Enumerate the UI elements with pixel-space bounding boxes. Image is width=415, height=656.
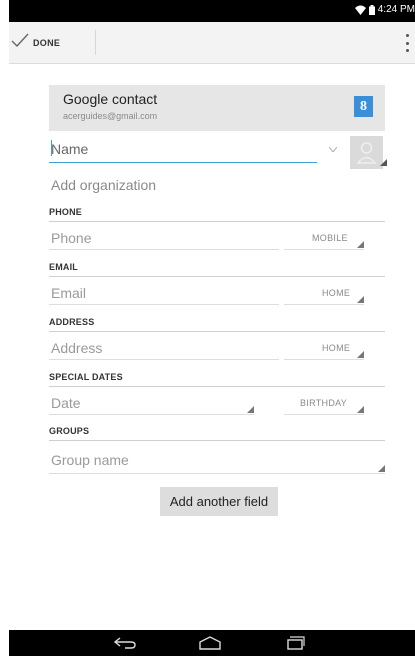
done-label: DONE (33, 37, 61, 48)
status-bar: 4:24 PM (9, 0, 415, 22)
group-name-select[interactable]: Group name (49, 449, 385, 474)
dropdown-corner-icon (357, 241, 364, 248)
date-type-select[interactable]: BIRTHDAY (284, 392, 364, 415)
phone-input[interactable] (49, 227, 279, 250)
phone-type-label: MOBILE (312, 233, 348, 243)
address-section-header: ADDRESS (49, 317, 385, 332)
battery-icon (368, 4, 375, 15)
address-type-label: HOME (322, 343, 351, 353)
google-plus-icon: 8 (354, 96, 373, 117)
group-name-placeholder: Group name (51, 452, 129, 468)
add-organization-link[interactable]: Add organization (51, 177, 156, 193)
dropdown-corner-icon (357, 406, 364, 413)
done-button[interactable]: DONE (9, 22, 97, 63)
dropdown-corner-icon (357, 296, 364, 303)
action-divider (95, 30, 96, 55)
dropdown-corner-icon (357, 351, 364, 358)
chevron-down-icon[interactable] (328, 144, 338, 154)
address-type-select[interactable]: HOME (284, 337, 364, 360)
phone-section-header: PHONE (49, 207, 385, 222)
account-email: acerguides@gmail.com (63, 111, 158, 121)
status-time: 4:24 PM (377, 4, 415, 15)
name-row (49, 136, 339, 164)
status-icons: 4:24 PM (354, 4, 415, 15)
date-picker[interactable]: Date (49, 392, 254, 415)
contact-photo-icon[interactable] (350, 136, 387, 169)
account-title: Google contact (63, 91, 158, 107)
phone-type-select[interactable]: MOBILE (284, 227, 364, 250)
navigation-bar (9, 630, 415, 656)
dropdown-corner-icon (247, 406, 254, 413)
email-section-header: EMAIL (49, 262, 385, 277)
text-cursor (51, 140, 52, 156)
add-another-field-button[interactable]: Add another field (160, 487, 278, 516)
photo-corner-icon (380, 153, 387, 171)
check-icon (11, 33, 29, 52)
action-bar: DONE (9, 22, 415, 64)
recent-apps-icon[interactable] (280, 635, 310, 651)
screen: 4:24 PM DONE Google contact acerguides@g… (9, 0, 415, 656)
dropdown-corner-icon (378, 465, 385, 472)
email-type-select[interactable]: HOME (284, 282, 364, 305)
groups-section-header: GROUPS (49, 426, 385, 441)
name-input[interactable] (49, 136, 317, 163)
home-icon[interactable] (195, 635, 225, 651)
special-dates-section-header: SPECIAL DATES (49, 372, 385, 387)
email-type-label: HOME (322, 288, 351, 298)
wifi-icon (354, 5, 366, 15)
date-type-label: BIRTHDAY (300, 398, 348, 408)
email-input[interactable] (49, 282, 279, 305)
account-header: Google contact acerguides@gmail.com 8 (49, 85, 385, 131)
date-placeholder: Date (51, 395, 81, 411)
overflow-menu-icon[interactable] (403, 34, 411, 52)
address-input[interactable] (49, 337, 279, 360)
back-icon[interactable] (110, 635, 140, 651)
